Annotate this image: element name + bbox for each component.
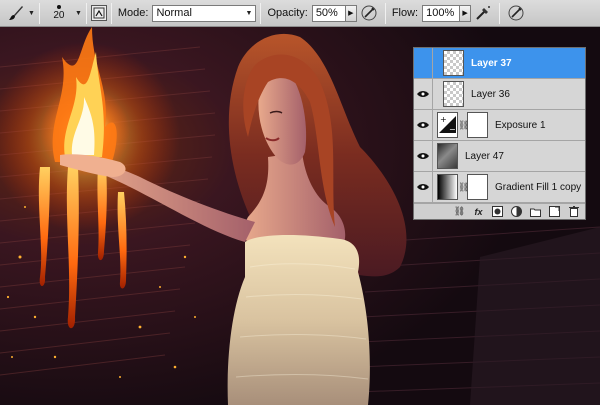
link-icon[interactable]: ⛓ (458, 120, 469, 131)
chevron-down-icon[interactable]: ▼ (28, 10, 35, 17)
eye-icon (417, 122, 429, 128)
brush-icon (9, 6, 23, 20)
divider (85, 2, 87, 24)
tablet-pressure-icon (361, 5, 377, 21)
fx-icon[interactable]: fx (473, 206, 484, 217)
chevron-down-icon: ▼ (245, 9, 253, 17)
layer-visibility-toggle[interactable] (414, 48, 433, 78)
layer-mask-thumbnail[interactable] (467, 112, 488, 138)
flow-field[interactable]: 100% (422, 4, 461, 22)
adjustment-layer-thumbnail: + − (437, 112, 458, 138)
brush-panel-toggle-button[interactable] (90, 5, 107, 21)
exposure-icon: + − (439, 115, 456, 134)
blend-mode-select[interactable]: Normal ▼ (152, 4, 257, 22)
svg-text:+: + (440, 115, 447, 124)
options-bar: ▼ 20 ▼ Mode: Normal ▼ Opacity: 50% ▶ Flo… (0, 0, 600, 27)
eye-icon (417, 153, 429, 159)
link-layers-icon[interactable]: ⛓ (454, 206, 465, 217)
layer-visibility-toggle[interactable] (414, 141, 433, 171)
layer-row[interactable]: Layer 37 (414, 48, 585, 79)
adjustment-layer-icon[interactable] (511, 206, 522, 217)
divider (499, 2, 501, 24)
brush-tool-preset-button[interactable] (5, 2, 27, 24)
layer-visibility-toggle[interactable] (414, 110, 433, 140)
layer-name: Exposure 1 (495, 119, 546, 131)
layer-visibility-toggle[interactable] (414, 79, 433, 109)
divider (260, 2, 262, 24)
link-icon[interactable]: ⛓ (458, 182, 469, 193)
flow-slider-button[interactable]: ▶ (460, 4, 472, 22)
brush-size-value: 20 (53, 10, 65, 21)
chevron-right-icon: ▶ (348, 10, 354, 17)
layer-row[interactable]: Layer 36 (414, 79, 585, 110)
layer-row[interactable]: Layer 47 (414, 141, 585, 172)
layer-visibility-toggle[interactable] (414, 172, 433, 202)
airbrush-button[interactable] (471, 2, 495, 24)
pressure-size-button[interactable] (504, 2, 528, 24)
opacity-slider-button[interactable]: ▶ (345, 4, 357, 22)
opacity-label: Opacity: (267, 7, 308, 19)
layer-thumbnail (437, 143, 458, 169)
mode-label: Mode: (117, 7, 149, 19)
pressure-opacity-button[interactable] (357, 2, 381, 24)
airbrush-icon (476, 6, 491, 20)
layer-name: Layer 36 (471, 88, 510, 100)
brush-tip-icon (56, 5, 61, 9)
tablet-pressure-icon (508, 5, 524, 21)
eye-icon (417, 91, 429, 97)
flow-value: 100% (426, 7, 455, 19)
divider (384, 2, 386, 24)
divider (110, 2, 112, 24)
layer-name: Layer 37 (471, 57, 512, 69)
opacity-value: 50% (315, 7, 338, 19)
brush-panel-icon (93, 7, 105, 19)
chevron-right-icon: ▶ (462, 10, 468, 17)
layer-mask-thumbnail[interactable] (467, 174, 488, 200)
layers-panel-footer: ⛓ fx (414, 203, 585, 219)
folder-icon[interactable] (530, 206, 541, 217)
trash-icon[interactable] (568, 206, 579, 217)
chevron-down-icon[interactable]: ▼ (75, 10, 82, 17)
layer-name: Gradient Fill 1 copy (495, 181, 582, 193)
layers-panel: Layer 37 Layer 36 + − ⛓ Exposure 1 Layer… (413, 47, 586, 220)
divider (38, 2, 40, 24)
layer-row[interactable]: + − ⛓ Exposure 1 (414, 110, 585, 141)
eye-icon (417, 184, 429, 190)
layer-row[interactable]: ⛓ Gradient Fill 1 copy (414, 172, 585, 203)
add-mask-icon[interactable] (492, 206, 503, 217)
gradient-fill-thumbnail (437, 174, 458, 200)
new-layer-icon[interactable] (549, 206, 560, 217)
brush-preset-picker[interactable]: 20 (44, 1, 74, 26)
layer-name: Layer 47 (465, 150, 504, 162)
blend-mode-value: Normal (156, 7, 192, 19)
svg-text:−: − (449, 125, 456, 134)
opacity-field[interactable]: 50% (311, 4, 346, 22)
layer-thumbnail (443, 50, 464, 76)
flow-label: Flow: (391, 7, 419, 19)
layer-thumbnail (443, 81, 464, 107)
